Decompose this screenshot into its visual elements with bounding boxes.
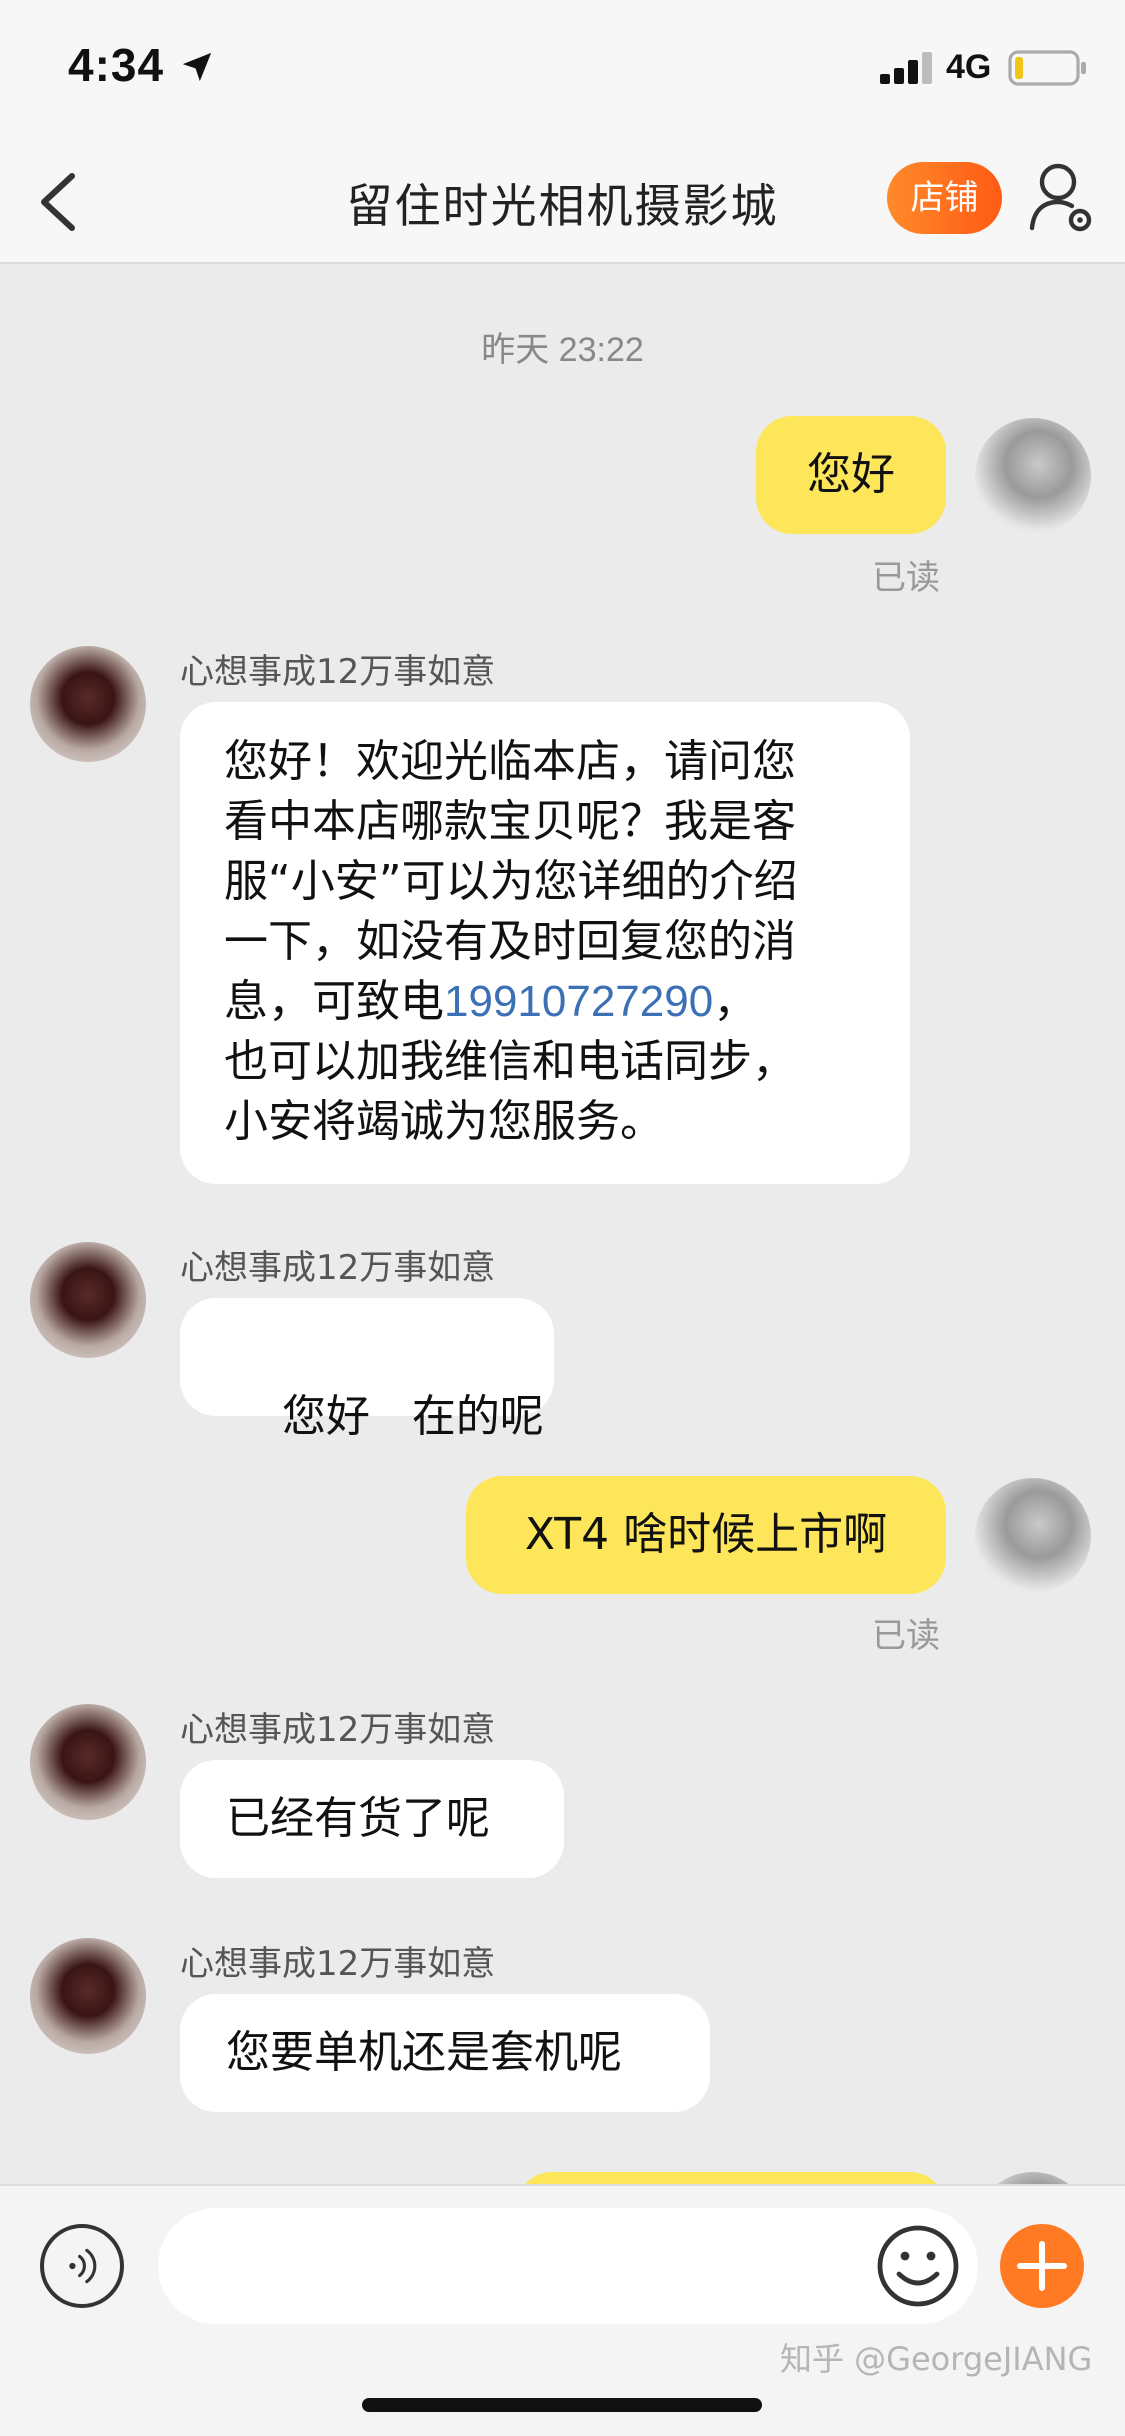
read-status: 已读: [872, 1616, 940, 1656]
message-bubble-self[interactable]: [516, 2172, 946, 2184]
message-bubble-other[interactable]: 您好 在的呢: [180, 1298, 554, 1442]
message-bubble-other[interactable]: 您好！欢迎光临本店，请问您 看中本店哪款宝贝呢？我是客 服“小安”可以为您详细的…: [180, 702, 910, 1184]
message-text: ，: [713, 976, 758, 1027]
voice-input-button[interactable]: [40, 2224, 124, 2308]
message-text: 您好: [807, 449, 895, 500]
status-time: 4:34: [68, 39, 165, 91]
sender-name: 心想事成12万事如意: [180, 1248, 496, 1288]
battery-icon: [1008, 50, 1086, 86]
shop-avatar[interactable]: [30, 646, 146, 762]
plus-icon: [1017, 2241, 1067, 2291]
sender-name: 心想事成12万事如意: [180, 652, 496, 692]
sender-name: 心想事成12万事如意: [180, 1944, 496, 1984]
nav-bar: 留住时光相机摄影城 店铺: [0, 132, 1125, 264]
message-input[interactable]: [158, 2208, 978, 2324]
message-text: 息，可致电: [224, 976, 444, 1027]
chat-title: 留住时光相机摄影城: [346, 179, 779, 233]
message-bubble-self[interactable]: 您好: [756, 416, 946, 534]
message-text: 已经有货了呢: [226, 1793, 490, 1844]
back-chevron-icon[interactable]: [36, 172, 80, 232]
home-indicator[interactable]: [362, 2398, 762, 2412]
more-actions-button[interactable]: [1000, 2224, 1084, 2308]
message-line: 您好！欢迎光临本店，请问您: [224, 736, 796, 787]
emoji-icon[interactable]: [876, 2224, 960, 2308]
message-line: 一下，如没有及时回复您的消: [224, 916, 796, 967]
phone-number-link[interactable]: 19910727290: [444, 977, 713, 1026]
shop-avatar[interactable]: [30, 1938, 146, 2054]
status-bar: 4:34 4G: [0, 0, 1125, 132]
shop-button[interactable]: 店铺: [887, 162, 1002, 234]
message-line: 看中本店哪款宝贝呢？我是客: [224, 796, 796, 847]
user-settings-icon[interactable]: [1028, 160, 1092, 236]
signal-icon: [880, 52, 932, 84]
network-label: 4G: [946, 48, 992, 86]
timestamp: 昨天 23:22: [481, 331, 644, 369]
message-line: 息，可致电19910727290，: [224, 972, 866, 1032]
chat-area[interactable]: 昨天 23:22 您好 已读 心想事成12万事如意 您好！欢迎光临本店，请问您 …: [0, 266, 1125, 2184]
message-bubble-other[interactable]: 您要单机还是套机呢: [180, 1994, 710, 2112]
shop-avatar[interactable]: [30, 1242, 146, 1358]
message-text: XT4 啥时候上市啊: [524, 1509, 888, 1560]
location-arrow-icon: [182, 52, 212, 82]
message-line: 小安将竭诚为您服务。: [224, 1096, 664, 1147]
message-line: 也可以加我维信和电话同步，: [224, 1036, 796, 1087]
shop-avatar[interactable]: [30, 1704, 146, 1820]
message-bubble-other[interactable]: 已经有货了呢: [180, 1760, 564, 1878]
message-line: 服“小安”可以为您详细的介绍: [224, 856, 798, 907]
message-text: 您要单机还是套机呢: [226, 2027, 622, 2078]
read-status: 已读: [872, 558, 940, 598]
input-bar: 知乎 @GeorgeJIANG: [0, 2184, 1125, 2436]
self-avatar[interactable]: [975, 418, 1091, 534]
sender-name: 心想事成12万事如意: [180, 1710, 496, 1750]
message-bubble-self[interactable]: XT4 啥时候上市啊: [466, 1476, 946, 1594]
self-avatar[interactable]: [975, 1478, 1091, 1594]
voice-wave-icon: [69, 2248, 97, 2284]
watermark: 知乎 @GeorgeJIANG: [780, 2340, 1093, 2378]
self-avatar[interactable]: [975, 2172, 1091, 2184]
message-text: 您好 在的呢: [281, 1391, 544, 1442]
